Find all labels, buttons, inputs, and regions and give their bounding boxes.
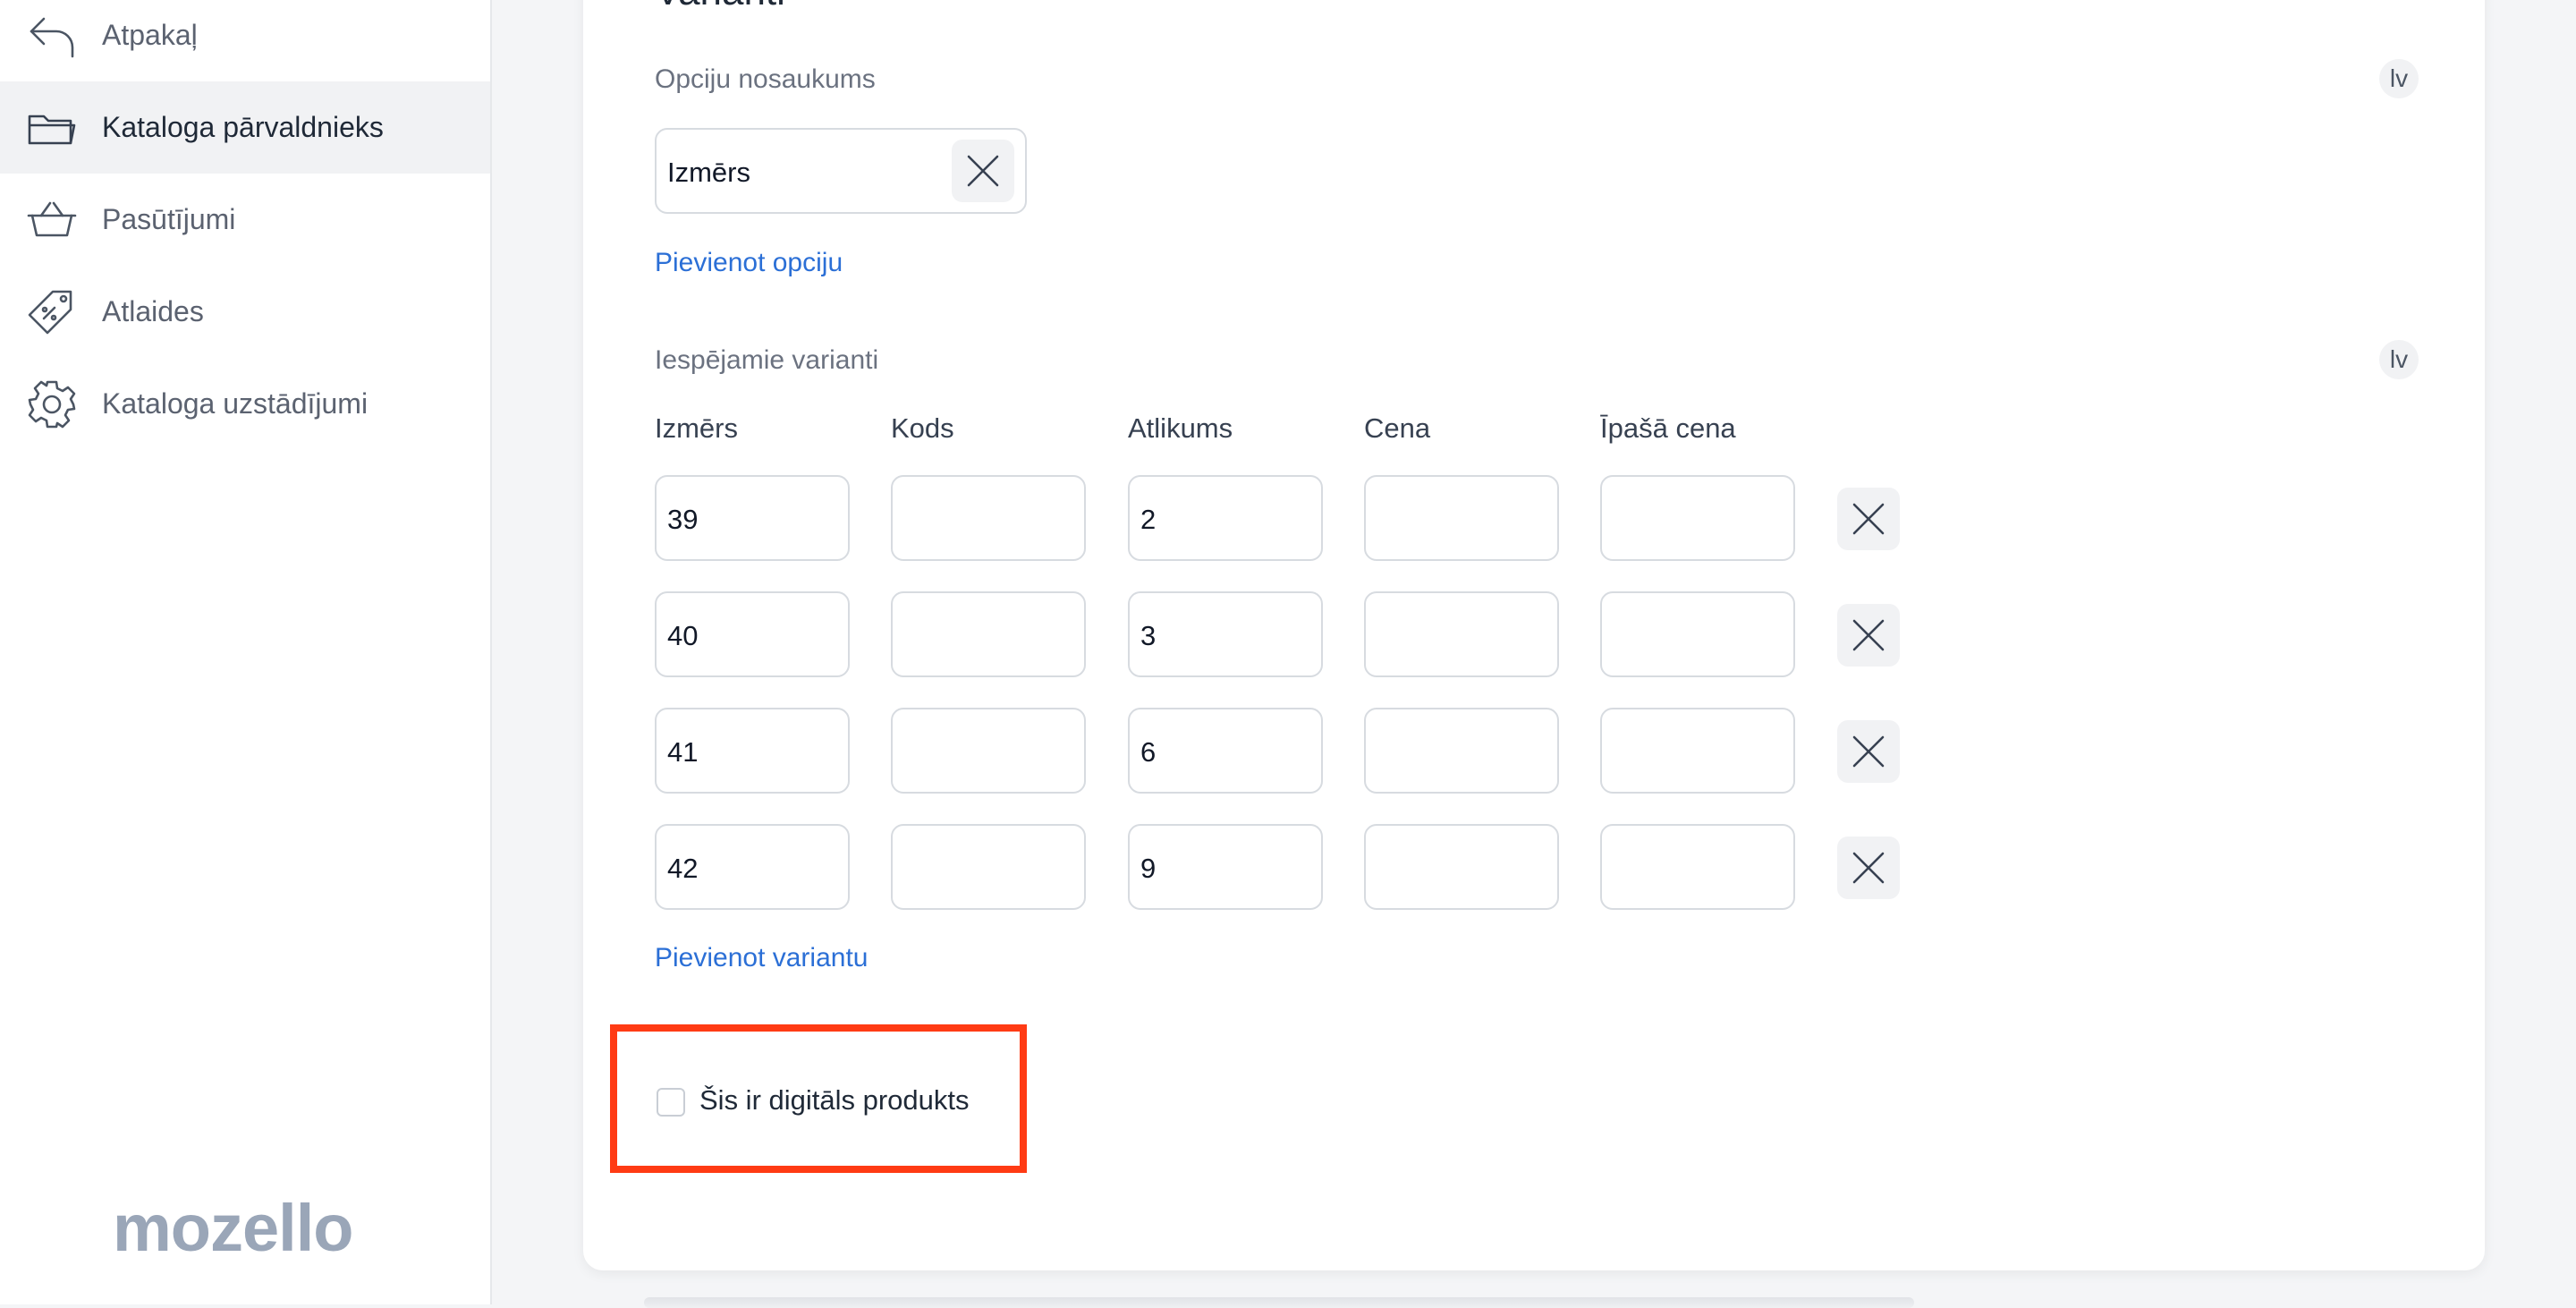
variant-special-price-input[interactable] bbox=[1600, 591, 1795, 677]
variant-price-input[interactable] bbox=[1364, 591, 1559, 677]
variant-stock-input[interactable]: 2 bbox=[1128, 475, 1323, 561]
folder-icon bbox=[25, 101, 79, 155]
variant-special-price-input[interactable] bbox=[1600, 708, 1795, 794]
close-icon bbox=[1852, 852, 1885, 884]
remove-variant-button[interactable] bbox=[1837, 488, 1900, 550]
sidebar-item-catalog-manager[interactable]: Kataloga pārvaldnieks bbox=[0, 81, 490, 174]
option-name-label: Opciju nosaukums bbox=[655, 64, 876, 94]
sidebar-item-catalog-settings[interactable]: Kataloga uzstādījumi bbox=[0, 358, 490, 450]
variant-size-input[interactable]: 41 bbox=[655, 708, 850, 794]
variant-price-input[interactable] bbox=[1364, 708, 1559, 794]
close-icon bbox=[967, 155, 999, 187]
close-icon bbox=[1852, 735, 1885, 768]
column-header-size: Izmērs bbox=[655, 412, 738, 444]
close-icon bbox=[1852, 619, 1885, 651]
discount-tag-icon bbox=[25, 285, 79, 339]
gear-icon bbox=[25, 378, 79, 431]
sidebar: Atpakaļ Kataloga pārvaldnieks Pasūtījumi bbox=[0, 0, 492, 1304]
digital-product-label[interactable]: Šis ir digitāls produkts bbox=[699, 1084, 970, 1117]
sidebar-item-orders[interactable]: Pasūtījumi bbox=[0, 174, 490, 266]
sidebar-item-discounts[interactable]: Atlaides bbox=[0, 266, 490, 358]
variant-size-input[interactable]: 40 bbox=[655, 591, 850, 677]
back-arrow-icon bbox=[25, 9, 79, 63]
variant-special-price-input[interactable] bbox=[1600, 475, 1795, 561]
variant-price-input[interactable] bbox=[1364, 475, 1559, 561]
remove-variant-button[interactable] bbox=[1837, 604, 1900, 667]
column-header-special-price: Īpašā cena bbox=[1600, 412, 1736, 444]
close-icon bbox=[1852, 503, 1885, 535]
basket-icon bbox=[25, 193, 79, 247]
language-badge[interactable]: lv bbox=[2379, 59, 2419, 98]
variant-stock-input[interactable]: 9 bbox=[1128, 824, 1323, 910]
column-header-stock: Atlikums bbox=[1128, 412, 1233, 444]
possible-variants-label: Iespējamie varianti bbox=[655, 345, 879, 375]
sidebar-item-label: Kataloga uzstādījumi bbox=[102, 387, 369, 420]
sidebar-item-label: Atlaides bbox=[102, 295, 204, 327]
variant-code-input[interactable] bbox=[891, 591, 1086, 677]
variant-price-input[interactable] bbox=[1364, 824, 1559, 910]
remove-option-button[interactable] bbox=[952, 140, 1014, 202]
variant-size-input[interactable]: 39 bbox=[655, 475, 850, 561]
variant-code-input[interactable] bbox=[891, 475, 1086, 561]
mozello-logo: mozello bbox=[113, 1191, 353, 1265]
variant-stock-input[interactable]: 3 bbox=[1128, 591, 1323, 677]
variant-special-price-input[interactable] bbox=[1600, 824, 1795, 910]
digital-product-checkbox[interactable] bbox=[657, 1088, 685, 1117]
sidebar-item-back[interactable]: Atpakaļ bbox=[0, 0, 490, 81]
option-value: Izmērs bbox=[667, 157, 750, 188]
next-card-edge bbox=[644, 1297, 1914, 1308]
variant-size-input[interactable]: 42 bbox=[655, 824, 850, 910]
column-header-price: Cena bbox=[1364, 412, 1431, 444]
add-variant-link[interactable]: Pievienot variantu bbox=[655, 943, 868, 973]
sidebar-item-label: Kataloga pārvaldnieks bbox=[102, 111, 384, 143]
remove-variant-button[interactable] bbox=[1837, 837, 1900, 899]
variant-code-input[interactable] bbox=[891, 824, 1086, 910]
remove-variant-button[interactable] bbox=[1837, 720, 1900, 783]
sidebar-item-label: Atpakaļ bbox=[102, 19, 198, 51]
variant-stock-input[interactable]: 6 bbox=[1128, 708, 1323, 794]
section-title: Varianti bbox=[655, 0, 785, 14]
language-badge[interactable]: lv bbox=[2379, 340, 2419, 379]
column-header-code: Kods bbox=[891, 412, 954, 444]
sidebar-item-label: Pasūtījumi bbox=[102, 203, 236, 235]
variant-code-input[interactable] bbox=[891, 708, 1086, 794]
add-option-link[interactable]: Pievienot opciju bbox=[655, 248, 843, 278]
